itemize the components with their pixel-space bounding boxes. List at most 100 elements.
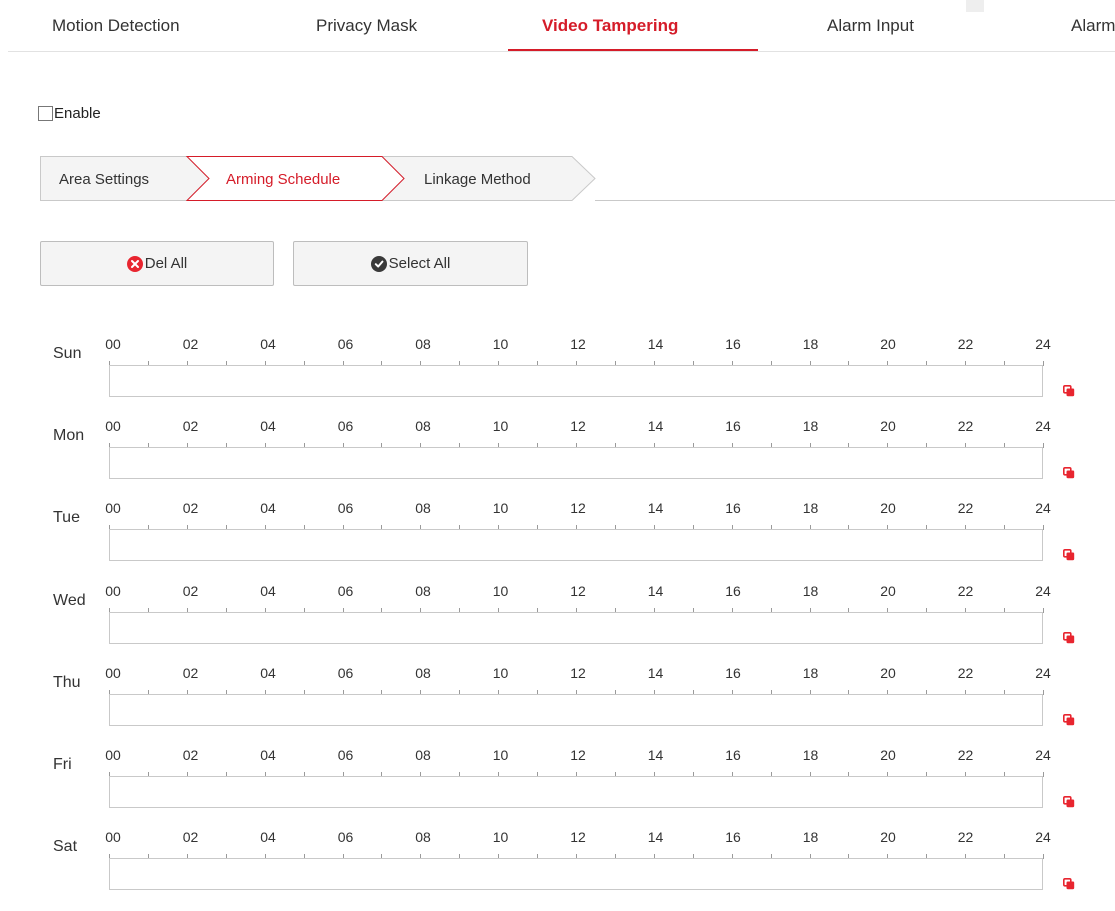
hour-label: 16 (725, 418, 741, 434)
hour-label: 00 (105, 500, 121, 516)
hour-label: 08 (415, 665, 431, 681)
schedule-bar-sun[interactable] (109, 365, 1043, 397)
schedule-row-sun: Sun 00 02 04 06 08 10 12 14 16 18 20 22 24 (0, 336, 1115, 418)
tab-motion-detection[interactable]: Motion Detection (52, 16, 180, 36)
hour-label: 24 (1035, 747, 1051, 763)
copy-icon[interactable] (1063, 878, 1075, 890)
hour-label: 16 (725, 583, 741, 599)
day-label: Wed (53, 592, 86, 609)
copy-icon[interactable] (1063, 549, 1075, 561)
step-tabs-outline (40, 156, 1115, 201)
hour-label: 08 (415, 418, 431, 434)
hour-label: 24 (1035, 418, 1051, 434)
schedule-bar-wed[interactable] (109, 612, 1043, 644)
hour-label: 12 (570, 418, 586, 434)
hour-label: 04 (260, 418, 276, 434)
schedule-row-tue: Tue 00 02 04 06 08 10 12 14 16 18 20 22 24 (0, 500, 1115, 582)
hour-label: 22 (957, 829, 974, 845)
schedule-row-mon: Mon 00 02 04 06 08 10 12 14 16 18 20 22 24 (0, 418, 1115, 500)
day-label: Thu (53, 674, 81, 691)
enable-checkbox[interactable] (38, 106, 53, 121)
schedule-bar-fri[interactable] (109, 776, 1043, 808)
hour-label: 06 (337, 500, 354, 516)
schedule-row-wed: Wed 00 02 04 06 08 10 12 14 16 18 20 22 24 (0, 583, 1115, 665)
hour-label: 20 (880, 829, 896, 845)
hour-label: 10 (492, 500, 509, 516)
tab-alarm-input[interactable]: Alarm Input (827, 16, 914, 36)
hour-label: 08 (415, 583, 431, 599)
hour-label: 08 (415, 829, 431, 845)
hour-label: 14 (647, 583, 664, 599)
tab-privacy-mask[interactable]: Privacy Mask (316, 16, 417, 36)
hour-label: 06 (337, 665, 354, 681)
hour-label: 00 (105, 336, 121, 352)
schedule-bar-tue[interactable] (109, 529, 1043, 561)
select-all-label: Select All (388, 255, 451, 272)
select-all-button[interactable]: Select All (293, 241, 528, 286)
tab-alarm[interactable]: Alarm (1071, 16, 1115, 36)
hour-label: 10 (492, 829, 509, 845)
hour-label: 18 (802, 665, 819, 681)
hour-label: 24 (1035, 500, 1051, 516)
hour-label: 12 (570, 500, 586, 516)
copy-icon[interactable] (1063, 714, 1075, 726)
copy-icon[interactable] (1063, 467, 1075, 479)
hour-label: 22 (957, 747, 974, 763)
schedule-bar-mon[interactable] (109, 447, 1043, 479)
hour-label: 22 (957, 418, 974, 434)
hour-label: 24 (1035, 829, 1051, 845)
enable-toggle[interactable]: Enable (38, 105, 101, 122)
hour-label: 24 (1035, 665, 1051, 681)
schedule-row-fri: Fri 00 02 04 06 08 10 12 14 16 18 20 22 24 (0, 747, 1115, 829)
hour-label: 02 (182, 336, 199, 352)
del-all-button[interactable]: Del All (40, 241, 274, 286)
copy-icon[interactable] (1063, 632, 1075, 644)
hour-label: 14 (647, 747, 664, 763)
day-label: Tue (53, 509, 80, 526)
hour-label: 20 (880, 747, 896, 763)
hour-label: 04 (260, 747, 276, 763)
hour-label: 12 (570, 665, 586, 681)
hour-label: 10 (492, 336, 509, 352)
hour-label: 02 (182, 418, 199, 434)
schedule-row-sat: Sat 00 02 04 06 08 10 12 14 16 18 20 22 24 (0, 829, 1115, 911)
hour-label: 00 (105, 665, 121, 681)
hour-label: 20 (880, 500, 896, 516)
hour-label: 22 (957, 583, 974, 599)
tab-video-tampering[interactable]: Video Tampering (542, 16, 678, 36)
hour-label: 18 (802, 418, 819, 434)
step-arming-schedule[interactable]: Arming Schedule (226, 171, 340, 188)
hour-label: 04 (260, 829, 276, 845)
copy-icon[interactable] (1063, 796, 1075, 808)
step-tabs: Area Settings Arming Schedule Linkage Me… (40, 156, 1115, 201)
hour-label: 12 (570, 829, 586, 845)
hour-label: 20 (880, 665, 896, 681)
day-label: Fri (53, 756, 72, 773)
hour-label: 10 (492, 418, 509, 434)
hour-label: 08 (415, 747, 431, 763)
hour-label: 02 (182, 829, 199, 845)
hour-label: 08 (415, 336, 431, 352)
x-circle-icon (126, 255, 143, 272)
hour-label: 16 (725, 665, 741, 681)
schedule-bar-sat[interactable] (109, 858, 1043, 890)
hour-label: 10 (492, 583, 509, 599)
check-circle-icon (370, 255, 387, 272)
hour-label: 06 (337, 336, 354, 352)
hour-label: 14 (647, 829, 664, 845)
step-linkage-method[interactable]: Linkage Method (424, 171, 531, 188)
hour-label: 02 (182, 665, 199, 681)
hour-label: 22 (957, 500, 974, 516)
schedule-row-thu: Thu 00 02 04 06 08 10 12 14 16 18 20 22 24 (0, 665, 1115, 747)
step-area-settings[interactable]: Area Settings (59, 171, 149, 188)
hour-label: 22 (957, 336, 974, 352)
hour-label: 04 (260, 336, 276, 352)
hour-label: 02 (182, 583, 199, 599)
hour-label: 14 (647, 418, 664, 434)
copy-icon[interactable] (1063, 385, 1075, 397)
hour-label: 02 (182, 500, 199, 516)
hour-label: 24 (1035, 336, 1051, 352)
day-label: Mon (53, 427, 85, 444)
hour-label: 16 (725, 829, 741, 845)
schedule-bar-thu[interactable] (109, 694, 1043, 726)
